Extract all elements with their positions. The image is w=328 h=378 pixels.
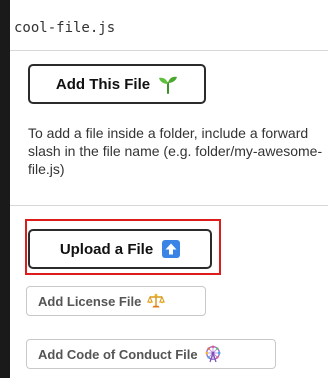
add-code-of-conduct-button[interactable]: Add Code of Conduct File [26, 339, 276, 369]
add-this-file-label: Add This File [55, 75, 151, 93]
sprout-icon [158, 74, 178, 94]
ferris-wheel-icon [204, 345, 222, 363]
filename-row [10, 0, 328, 51]
filename-input[interactable] [14, 16, 314, 40]
add-this-file-button[interactable]: Add This File [28, 64, 206, 104]
divider [10, 205, 328, 206]
folder-hint-text: To add a file inside a folder, include a… [28, 125, 323, 177]
upload-arrow-icon [162, 240, 181, 258]
upload-a-file-label: Upload a File [59, 240, 154, 258]
scales-icon [147, 293, 166, 309]
add-license-file-label: Add License File [38, 293, 142, 309]
add-license-file-button[interactable]: Add License File [26, 286, 206, 316]
add-code-of-conduct-label: Add Code of Conduct File [38, 346, 198, 362]
add-file-popup: Add This File To add a file inside a fol… [10, 0, 328, 378]
upload-a-file-button[interactable]: Upload a File [28, 229, 212, 269]
